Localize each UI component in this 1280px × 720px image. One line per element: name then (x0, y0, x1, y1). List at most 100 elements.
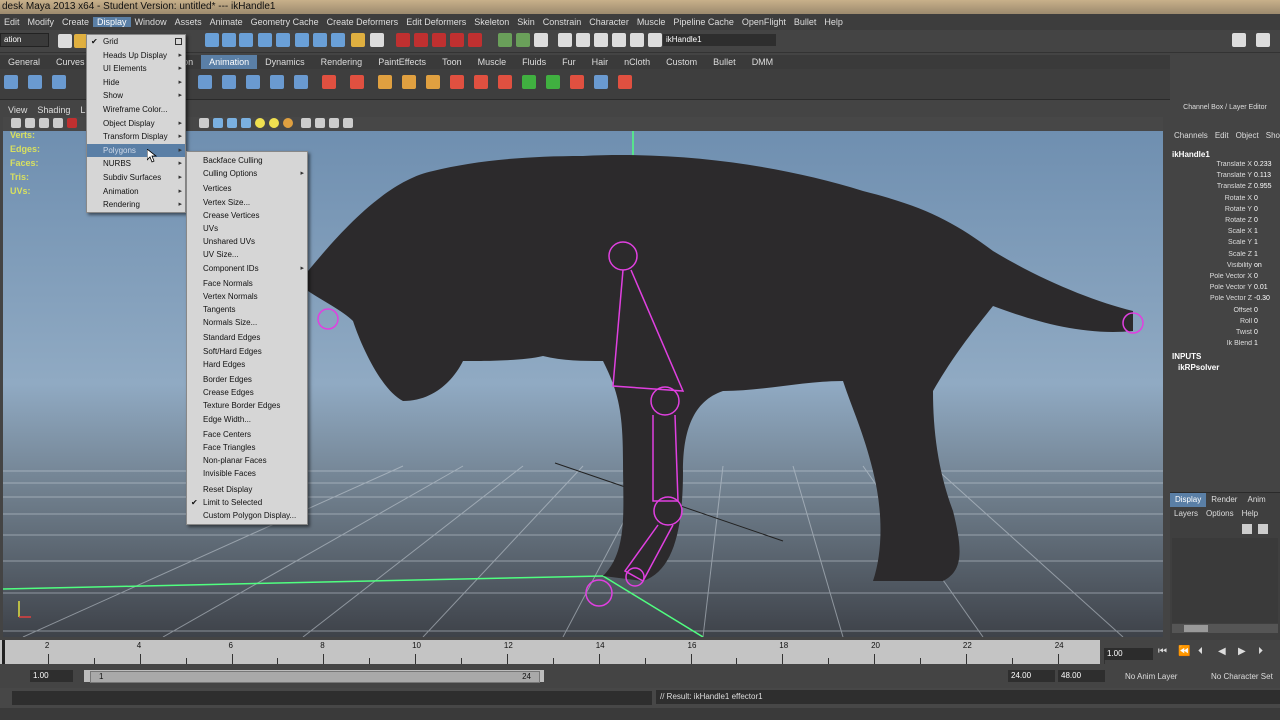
menu-character[interactable]: Character (585, 17, 633, 27)
channel-attribute[interactable]: Pole Vector X0 (1172, 273, 1280, 283)
start-time-field[interactable]: 1.00 (30, 670, 73, 682)
point-constraint-icon[interactable] (522, 75, 536, 89)
character-set-dropdown[interactable]: No Character Set (1211, 672, 1273, 681)
polygons-item-crease-vertices[interactable]: Crease Vertices (187, 209, 307, 222)
render-view-icon[interactable] (468, 33, 482, 47)
hypershade-icon[interactable] (450, 33, 464, 47)
polygons-item-edge-width[interactable]: Edge Width... (187, 413, 307, 426)
shelf-tab-dmm[interactable]: DMM (744, 55, 782, 69)
polygons-item-component-ids[interactable]: Component IDs ▸ (187, 262, 307, 275)
render-settings-icon[interactable] (432, 33, 446, 47)
step-forward-frame-icon[interactable]: ⏵ (1258, 646, 1263, 657)
attribute-value[interactable]: 0.01 (1254, 284, 1268, 291)
shelf-tab-animation[interactable]: Animation (201, 55, 258, 69)
lock-icon[interactable] (351, 33, 365, 47)
display-menu-item-show[interactable]: Show ▸ (87, 89, 185, 103)
new-scene-icon[interactable] (58, 34, 72, 48)
motion-trail-icon[interactable] (294, 75, 308, 89)
snap-grid-icon[interactable] (258, 33, 272, 47)
panel-menu-view[interactable]: View (3, 104, 32, 117)
menu-assets[interactable]: Assets (171, 17, 206, 27)
wolf-model[interactable] (308, 155, 1133, 581)
xray-icon[interactable] (315, 118, 325, 128)
key-translate-icon[interactable] (222, 75, 236, 89)
shelf-tab-muscle[interactable]: Muscle (470, 55, 515, 69)
menu-geometry-cache[interactable]: Geometry Cache (247, 17, 323, 27)
pick-mask-icon[interactable] (630, 33, 644, 47)
polygons-item-unshared-uvs[interactable]: Unshared UVs (187, 235, 307, 248)
set-key-icon[interactable] (198, 75, 212, 89)
joint-tool-icon[interactable] (28, 75, 42, 89)
render-frame-icon[interactable] (396, 33, 410, 47)
channel-attribute[interactable]: Visibility on (1172, 262, 1280, 272)
menu-modify[interactable]: Modify (24, 17, 59, 27)
polygons-item-soft-hard-edges[interactable]: Soft/Hard Edges (187, 345, 307, 358)
input-ops-icon[interactable] (498, 33, 512, 47)
lights-icon[interactable] (255, 118, 265, 128)
menu-create-deformers[interactable]: Create Deformers (323, 17, 403, 27)
menu-skeleton[interactable]: Skeleton (470, 17, 513, 27)
textured-icon[interactable] (241, 118, 251, 128)
display-menu-item-transform-display[interactable]: Transform Display ▸ (87, 130, 185, 144)
menu-bullet[interactable]: Bullet (790, 17, 821, 27)
new-layer-selected-icon[interactable] (1258, 524, 1268, 534)
polygons-item-uv-size[interactable]: UV Size... (187, 248, 307, 261)
panel-menu-shading[interactable]: Shading (32, 104, 75, 117)
attribute-value[interactable]: 1 (1254, 239, 1258, 246)
range-slider-handle[interactable]: 1 24 (90, 671, 540, 683)
channel-attribute[interactable]: Ik Blend 1 (1172, 340, 1280, 350)
attribute-value[interactable]: on (1254, 262, 1262, 269)
option-box-icon[interactable] (175, 38, 182, 45)
blendshape-icon[interactable] (450, 75, 464, 89)
display-menu-item-subdiv-surfaces[interactable]: Subdiv Surfaces ▸ (87, 171, 185, 185)
display-menu-item-nurbs[interactable]: NURBS ▸ (87, 157, 185, 171)
polygons-item-crease-edges[interactable]: Crease Edges (187, 386, 307, 399)
play-forwards-icon[interactable]: ▶ (1238, 646, 1246, 657)
layer-menu-layers[interactable]: Layers (1170, 507, 1202, 520)
current-frame-field[interactable]: 1.00 (1104, 648, 1153, 660)
channel-attribute[interactable]: Translate Z 0.955 (1172, 183, 1280, 193)
channel-attribute[interactable]: Translate X 0.233 (1172, 161, 1280, 171)
menu-edit-deformers[interactable]: Edit Deformers (402, 17, 470, 27)
time-slider[interactable]: 2 4 6 8 10 12 14 16 18 20 22 24 (0, 640, 1105, 664)
anim-end-field[interactable]: 48.00 (1058, 670, 1105, 682)
new-layer-icon[interactable] (1242, 524, 1252, 534)
polygons-item-reset-display[interactable]: Reset Display (187, 483, 307, 496)
xray-joints-icon[interactable] (329, 118, 339, 128)
attribute-value[interactable]: 0.233 (1254, 161, 1272, 168)
channel-attribute[interactable]: Rotate X0 (1172, 195, 1280, 205)
polygons-item-culling-options[interactable]: Culling Options ▸ (187, 167, 307, 180)
channel-box-icon[interactable] (1256, 33, 1270, 47)
shelf-tab-custom[interactable]: Custom (658, 55, 705, 69)
high-quality-icon[interactable] (283, 118, 293, 128)
camera-icon[interactable] (11, 118, 21, 128)
display-menu-item-object-display[interactable]: Object Display ▸ (87, 117, 185, 131)
ik-handle-icon[interactable] (52, 75, 66, 89)
anim-layer-dropdown[interactable]: No Anim Layer (1125, 672, 1177, 681)
menu-muscle[interactable]: Muscle (633, 17, 670, 27)
menu-animate[interactable]: Animate (206, 17, 247, 27)
smooth-shade-icon[interactable] (213, 118, 223, 128)
wire-icon[interactable] (498, 75, 512, 89)
pole-vector-icon[interactable] (618, 75, 632, 89)
skin-bind-icon[interactable] (402, 75, 416, 89)
menu-window[interactable]: Window (131, 17, 171, 27)
shelf-tab-toon[interactable]: Toon (434, 55, 470, 69)
attribute-value[interactable]: 1 (1254, 340, 1258, 347)
object-mode-icon[interactable] (594, 33, 608, 47)
channel-box-menu-show[interactable]: Show (1262, 131, 1280, 143)
channel-attribute[interactable]: Scale X1 (1172, 228, 1280, 238)
snap-view-icon[interactable] (313, 33, 327, 47)
attribute-editor-icon[interactable] (1232, 33, 1246, 47)
bookmark-icon[interactable] (25, 118, 35, 128)
construction-history-icon[interactable] (370, 33, 384, 47)
ik-spline-icon[interactable] (322, 75, 336, 89)
display-menu-item-wireframe-color[interactable]: Wireframe Color... (87, 103, 185, 117)
wrap-icon[interactable] (474, 75, 488, 89)
polygons-item-normals-size[interactable]: Normals Size... (187, 316, 307, 329)
xray-components-icon[interactable] (343, 118, 353, 128)
select-tool-icon[interactable] (4, 75, 18, 89)
menu-create[interactable]: Create (58, 17, 93, 27)
layer-tab-anim[interactable]: Anim (1242, 493, 1270, 507)
channel-box-node-name[interactable]: ikHandle1 (1172, 150, 1210, 159)
